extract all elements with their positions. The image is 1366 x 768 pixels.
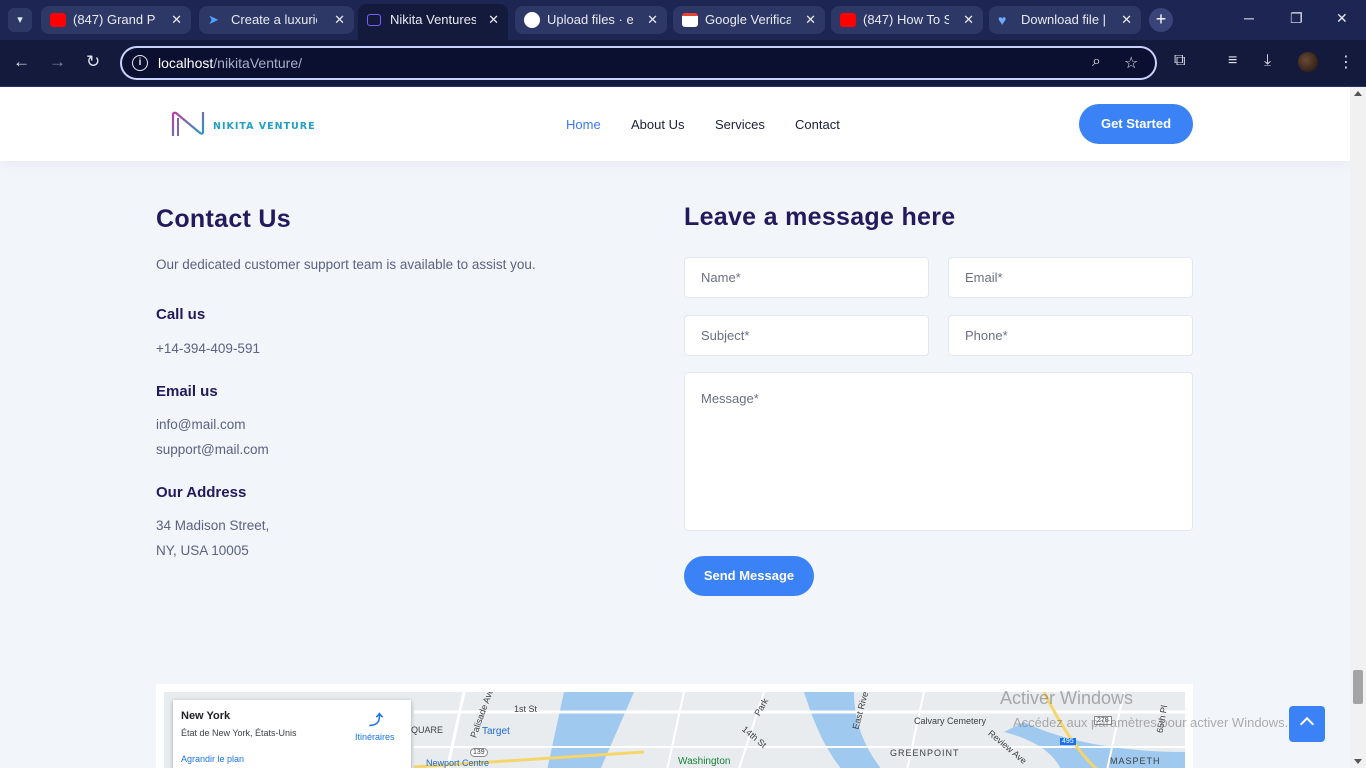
- logo-text: NIKITA VENTURE: [213, 121, 316, 132]
- phone-field[interactable]: [948, 315, 1193, 356]
- site-header: NIKITA VENTURE Home About Us Services Co…: [0, 87, 1350, 161]
- new-tab-button[interactable]: +: [1149, 8, 1173, 32]
- get-started-button[interactable]: Get Started: [1079, 104, 1193, 144]
- directions-link[interactable]: Itinéraires: [355, 732, 395, 742]
- nav-about-us[interactable]: About Us: [631, 117, 684, 132]
- browser-toolbar: ← → ↻ i localhost/nikitaVenture/ ⌕ ☆ ⧉ ≡…: [0, 40, 1366, 86]
- message-field[interactable]: [684, 372, 1193, 531]
- browser-tab[interactable]: Google Verificati ✕: [673, 6, 825, 34]
- address-bar[interactable]: i localhost/nikitaVenture/ ⌕ ☆: [120, 46, 1157, 80]
- address-line: 34 Madison Street,: [156, 518, 270, 533]
- browser-tab[interactable]: ♥ Download file | i ✕: [989, 6, 1141, 34]
- email-heading: Email us: [156, 383, 218, 400]
- close-tab-icon[interactable]: ✕: [1121, 6, 1132, 34]
- download-icon[interactable]: ⤓: [1264, 52, 1271, 70]
- back-icon[interactable]: ←: [13, 52, 30, 72]
- browser-tab[interactable]: Upload files · esp ✕: [515, 6, 667, 34]
- map-label: Target: [482, 726, 510, 737]
- close-tab-icon[interactable]: ✕: [647, 6, 658, 34]
- nav-contact[interactable]: Contact: [795, 117, 840, 132]
- send-message-button[interactable]: Send Message: [684, 556, 814, 596]
- logo-mark-icon: [171, 111, 205, 136]
- heart-icon: ♥: [998, 12, 1007, 28]
- map-label: Washington: [678, 756, 731, 767]
- close-tab-icon[interactable]: ✕: [488, 4, 499, 36]
- scroll-up-icon[interactable]: [1354, 91, 1362, 96]
- address-line: NY, USA 10005: [156, 543, 249, 558]
- youtube-icon: [840, 13, 856, 27]
- map-label: QUARE: [411, 725, 444, 735]
- map-place-region: État de New York, États-Unis: [181, 728, 297, 738]
- close-tab-icon[interactable]: ✕: [805, 6, 816, 34]
- map-label: 139: [470, 748, 488, 757]
- youtube-icon: [50, 13, 66, 27]
- name-field[interactable]: [684, 257, 929, 298]
- map-place-card: New York État de New York, États-Unis Ag…: [173, 700, 411, 768]
- browser-tabbar: ▾ (847) Grand P à ‹ ✕ ➤ Create a luxurio…: [0, 0, 1366, 40]
- map-label: Newport Centre: [426, 758, 490, 768]
- email-field[interactable]: [948, 257, 1193, 298]
- browser-tab[interactable]: ➤ Create a luxurious ✕: [199, 6, 354, 34]
- forward-icon[interactable]: →: [49, 52, 66, 72]
- profile-avatar[interactable]: [1298, 52, 1318, 72]
- zoom-icon[interactable]: ⌕: [1092, 53, 1101, 71]
- browser-tab[interactable]: (847) How To Se ✕: [831, 6, 983, 34]
- nikita-logo-icon: [367, 14, 381, 26]
- map-place-title: New York: [181, 710, 231, 722]
- nav-home[interactable]: Home: [566, 117, 601, 132]
- scrollbar-thumb[interactable]: [1353, 670, 1363, 704]
- media-control-icon[interactable]: ≡: [1228, 52, 1237, 70]
- gmail-icon: [682, 13, 698, 27]
- enlarge-map-link[interactable]: Agrandir le plan: [181, 754, 244, 764]
- close-tab-icon[interactable]: ✕: [334, 6, 345, 34]
- contact-title: Contact Us: [156, 205, 291, 233]
- phone-number: +14-394-409-591: [156, 341, 260, 356]
- browser-tab[interactable]: (847) Grand P à ‹ ✕: [41, 6, 191, 34]
- tab-search-button[interactable]: ▾: [8, 8, 32, 32]
- page-viewport: NIKITA VENTURE Home About Us Services Co…: [0, 87, 1350, 768]
- url-text[interactable]: localhost/nikitaVenture/: [158, 55, 302, 71]
- minimize-icon[interactable]: ─: [1244, 10, 1254, 26]
- reload-icon[interactable]: ↻: [86, 52, 100, 72]
- windows-watermark-title: Activer Windows: [1000, 688, 1134, 708]
- site-info-icon[interactable]: i: [132, 55, 148, 71]
- directions-icon[interactable]: ⤴: [369, 710, 383, 730]
- map-label: MASPETH: [1110, 756, 1161, 766]
- map-label: 495: [1060, 738, 1076, 745]
- restore-icon[interactable]: ❐: [1290, 10, 1303, 27]
- menu-kebab-icon[interactable]: ⋮: [1338, 52, 1354, 72]
- bird-icon: ➤: [208, 12, 219, 27]
- extensions-icon[interactable]: ⧉: [1174, 52, 1185, 70]
- call-heading: Call us: [156, 306, 206, 323]
- email-support: support@mail.com: [156, 442, 269, 457]
- map-label: GREENPOINT: [890, 748, 960, 758]
- subject-field[interactable]: [684, 315, 929, 356]
- page-scrollbar[interactable]: [1350, 87, 1366, 768]
- email-info: info@mail.com: [156, 417, 246, 432]
- close-tab-icon[interactable]: ✕: [963, 6, 974, 34]
- site-logo[interactable]: NIKITA VENTURE: [170, 109, 315, 141]
- chevron-up-icon: [1299, 716, 1315, 732]
- github-icon: [524, 12, 540, 28]
- bookmark-star-icon[interactable]: ☆: [1124, 53, 1138, 73]
- window-close-icon[interactable]: ✕: [1336, 10, 1348, 27]
- contact-subtitle: Our dedicated customer support team is a…: [156, 257, 536, 272]
- close-tab-icon[interactable]: ✕: [171, 6, 182, 34]
- browser-tab-active[interactable]: Nikita Ventures ✕: [358, 4, 508, 40]
- nav-services[interactable]: Services: [715, 117, 765, 132]
- scroll-to-top-button[interactable]: [1289, 706, 1325, 742]
- scroll-down-icon[interactable]: [1354, 759, 1362, 764]
- map-label: 1st St: [514, 704, 538, 714]
- form-title: Leave a message here: [684, 203, 956, 231]
- windows-watermark-text: Accédez aux paramètres pour activer Wind…: [1013, 715, 1289, 730]
- map-label: Calvary Cemetery: [914, 716, 987, 726]
- address-heading: Our Address: [156, 484, 247, 501]
